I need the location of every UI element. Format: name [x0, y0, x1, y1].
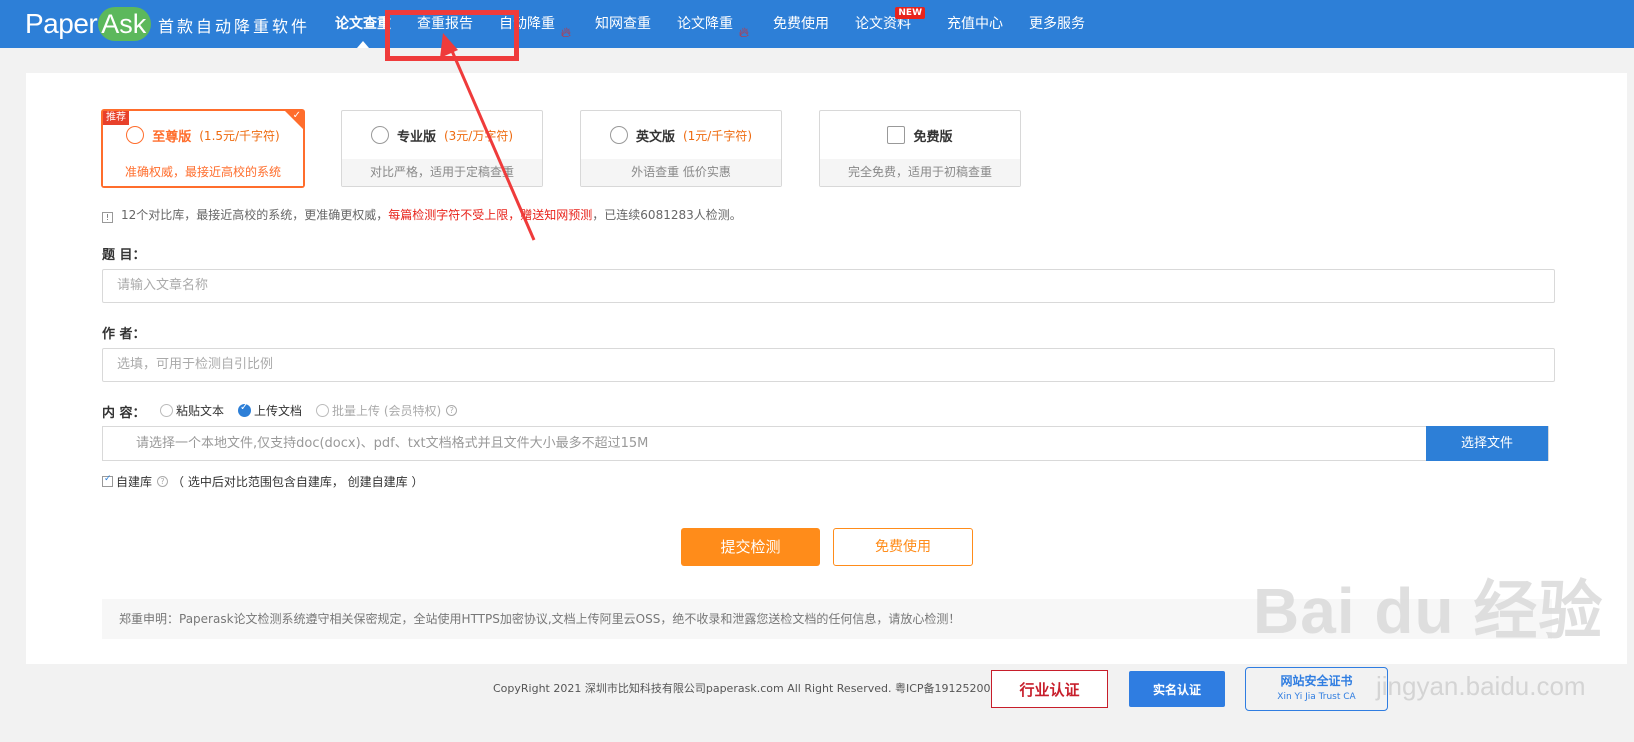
annotation-arrow-icon — [440, 33, 536, 241]
